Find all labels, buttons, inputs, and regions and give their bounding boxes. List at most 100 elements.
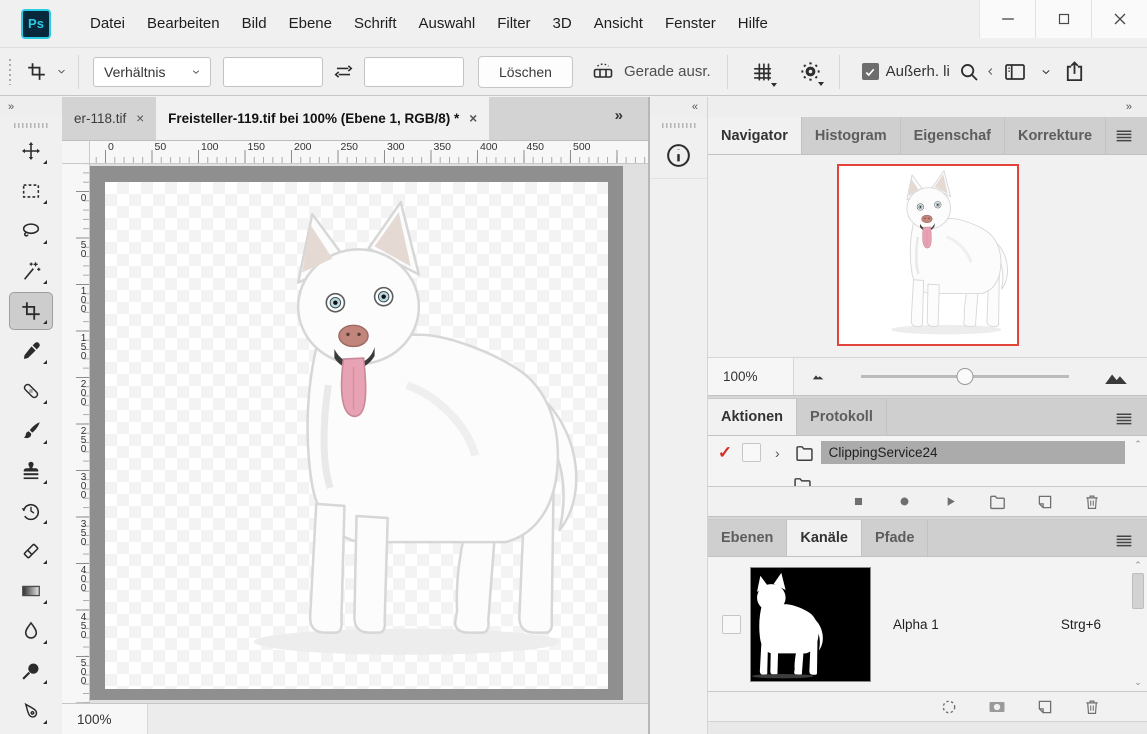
navigator-zoom-field[interactable]: 100% xyxy=(708,358,794,395)
active-tool-preset[interactable] xyxy=(26,61,68,82)
eraser-tool[interactable] xyxy=(9,532,53,570)
action-enabled-check-icon[interactable]: ✓ xyxy=(708,443,742,463)
menu-item[interactable]: Bild xyxy=(231,9,278,38)
panel-tab[interactable]: Korrekture xyxy=(1005,117,1106,154)
share-icon[interactable] xyxy=(1063,60,1086,83)
canvas-viewport[interactable] xyxy=(90,164,648,703)
zoom-out-icon[interactable] xyxy=(810,368,827,385)
close-tab-icon[interactable]: × xyxy=(469,111,477,126)
document-tab[interactable]: er-118.tif × xyxy=(62,97,156,140)
panel-tab[interactable]: Kanäle xyxy=(787,520,862,556)
swap-dimensions-icon[interactable] xyxy=(333,61,354,82)
menu-item[interactable]: Ebene xyxy=(278,9,343,38)
info-panel-button[interactable] xyxy=(650,132,707,179)
overlay-grid-icon[interactable] xyxy=(752,61,774,83)
image-canvas[interactable] xyxy=(105,182,608,689)
stop-playback-icon[interactable] xyxy=(850,493,867,510)
alpha-channel-thumbnail[interactable] xyxy=(750,567,871,682)
lasso-tool[interactable] xyxy=(9,212,53,250)
save-selection-as-channel-icon[interactable] xyxy=(987,697,1007,717)
delete-channel-trash-icon[interactable] xyxy=(1083,698,1101,716)
minimize-button[interactable] xyxy=(979,0,1035,38)
clear-button[interactable]: Löschen xyxy=(478,56,573,88)
menu-item[interactable]: Filter xyxy=(486,9,541,38)
zoom-slider-thumb[interactable] xyxy=(957,367,974,384)
new-action-set-folder-icon[interactable] xyxy=(988,492,1007,511)
close-tab-icon[interactable]: × xyxy=(136,111,144,126)
straighten-icon[interactable] xyxy=(591,60,615,84)
vertical-ruler[interactable]: 050100150200250300350400450500550 xyxy=(62,164,90,703)
panel-tab[interactable]: Protokoll xyxy=(797,399,887,435)
new-channel-icon[interactable] xyxy=(1036,698,1054,716)
gradient-tool[interactable] xyxy=(9,572,53,610)
panel-tab[interactable]: Eigenschaf xyxy=(901,117,1005,154)
crop-tool[interactable] xyxy=(9,292,53,330)
panel-tab[interactable]: Histogram xyxy=(802,117,901,154)
menu-item[interactable]: 3D xyxy=(542,9,583,38)
delete-action-trash-icon[interactable] xyxy=(1083,493,1101,511)
options-grip[interactable] xyxy=(7,59,12,85)
blur-tool[interactable] xyxy=(9,612,53,650)
channels-panel-menu-icon[interactable] xyxy=(1113,530,1147,552)
menu-item[interactable]: Ansicht xyxy=(583,9,654,38)
navigator-proxy-view-box[interactable] xyxy=(837,164,1019,346)
strip-grip[interactable] xyxy=(662,123,696,128)
menu-item[interactable]: Hilfe xyxy=(727,9,779,38)
panel-tab[interactable]: Ebenen xyxy=(708,520,787,556)
menu-item[interactable]: Schrift xyxy=(343,9,408,38)
strip-collapse-button[interactable]: « xyxy=(650,97,707,117)
document-tab[interactable]: Freisteller-119.tif bei 100% (Ebene 1, R… xyxy=(156,97,489,140)
panel-tab[interactable]: Pfade xyxy=(862,520,929,556)
panel-tab[interactable]: Navigator xyxy=(708,117,802,154)
delete-cropped-pixels-checkbox[interactable] xyxy=(862,63,879,80)
workspace-chevron-down-icon[interactable] xyxy=(1039,65,1053,79)
horizontal-ruler[interactable]: 050100150200250300350400450500 xyxy=(90,141,648,164)
workspace-icon[interactable] xyxy=(1003,60,1027,84)
crop-width-input[interactable] xyxy=(223,57,323,87)
panel-tab[interactable]: Aktionen xyxy=(708,399,797,435)
menu-item[interactable]: Auswahl xyxy=(408,9,487,38)
eyedropper-tool[interactable] xyxy=(9,332,53,370)
actions-scrollbar[interactable]: ⌃ xyxy=(1131,439,1145,483)
navigator-thumbnail[interactable] xyxy=(837,164,1019,346)
pen-tool[interactable] xyxy=(9,692,53,730)
record-icon[interactable] xyxy=(896,493,913,510)
expand-chevron-icon[interactable]: › xyxy=(775,445,780,461)
action-dialog-checkbox[interactable] xyxy=(742,443,761,462)
brush-tool[interactable] xyxy=(9,412,53,450)
marquee-tool[interactable] xyxy=(9,172,53,210)
history-brush-tool[interactable] xyxy=(9,492,53,530)
healing-brush-tool[interactable] xyxy=(9,372,53,410)
menu-item[interactable]: Bearbeiten xyxy=(136,9,231,38)
chevron-left-icon[interactable] xyxy=(984,65,997,78)
search-icon[interactable] xyxy=(958,61,980,83)
panels-collapse-button[interactable]: » xyxy=(708,97,1147,117)
action-row[interactable]: ✓ › ClippingService24 xyxy=(708,436,1147,469)
clone-stamp-tool[interactable] xyxy=(9,452,53,490)
toolbar-grip[interactable] xyxy=(14,123,48,128)
navigator-zoom-slider[interactable] xyxy=(843,358,1087,395)
navigator-panel-menu-icon[interactable] xyxy=(1113,125,1147,147)
channel-row[interactable]: Alpha 1 Strg+6 xyxy=(708,557,1129,691)
magic-wand-tool[interactable] xyxy=(9,252,53,290)
crop-height-input[interactable] xyxy=(364,57,464,87)
zoom-level-field[interactable]: 100% xyxy=(62,704,148,734)
scrollbar-thumb[interactable] xyxy=(1132,573,1144,609)
close-button[interactable] xyxy=(1091,0,1147,38)
menu-item[interactable]: Fenster xyxy=(654,9,727,38)
play-icon[interactable] xyxy=(942,493,959,510)
ratio-select[interactable]: Verhältnis xyxy=(93,57,211,87)
toolbar-collapse-button[interactable]: » xyxy=(0,97,62,117)
channel-visibility-checkbox[interactable] xyxy=(722,615,741,634)
new-action-icon[interactable] xyxy=(1036,493,1054,511)
channels-scrollbar[interactable]: ⌃ ⌄ xyxy=(1131,560,1145,688)
load-selection-icon[interactable] xyxy=(940,698,958,716)
zoom-in-icon[interactable] xyxy=(1103,364,1129,390)
maximize-button[interactable] xyxy=(1035,0,1091,38)
dodge-tool[interactable] xyxy=(9,652,53,690)
menu-item[interactable]: Datei xyxy=(79,9,136,38)
move-tool[interactable] xyxy=(9,132,53,170)
actions-panel-menu-icon[interactable] xyxy=(1113,408,1147,430)
tab-overflow-button[interactable]: » xyxy=(597,107,642,124)
crop-settings-gear-icon[interactable] xyxy=(800,61,821,82)
